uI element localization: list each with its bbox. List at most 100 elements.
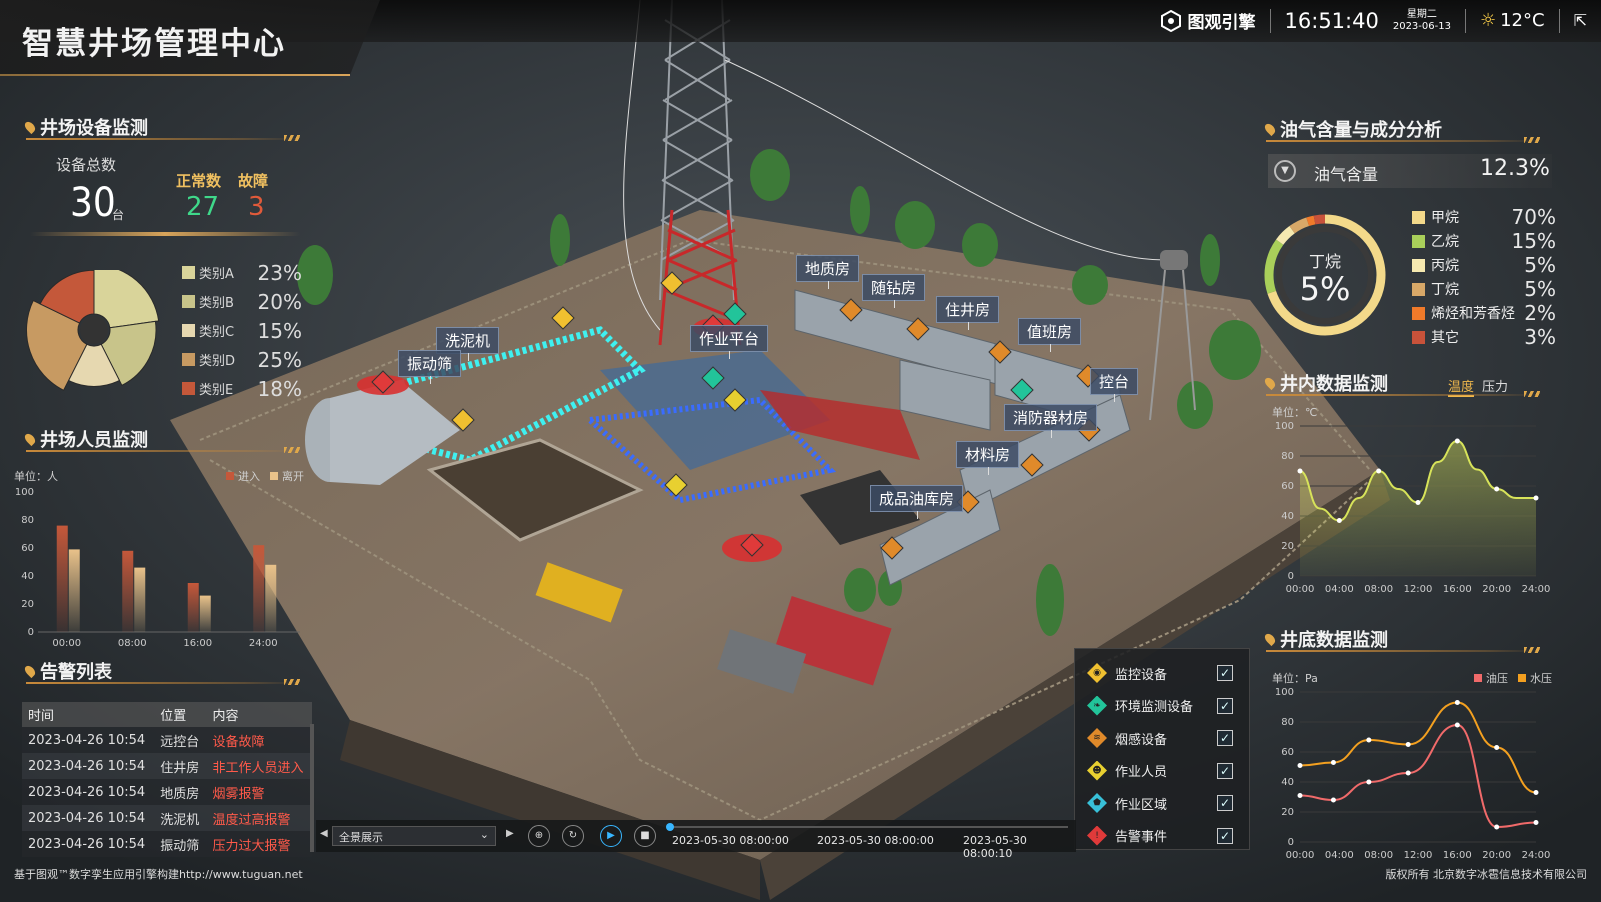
cell-location: 远控台: [154, 727, 207, 753]
table-row[interactable]: 2023-04-26 10:54 远控台 设备故障: [22, 727, 312, 753]
component-label: 烯烃和芳香烃: [1431, 306, 1515, 322]
layer-checkbox[interactable]: ✓: [1217, 697, 1233, 714]
pie-legend-item: 类别C 15%: [182, 319, 302, 343]
x-tick-label: 08:00: [1364, 584, 1393, 595]
legend-swatch: [182, 382, 195, 395]
normal-label: 正常数: [176, 172, 222, 190]
next-arrow-icon[interactable]: ▶: [506, 828, 514, 839]
label-drilling-room[interactable]: 随钻房: [862, 274, 926, 308]
title-underline: [0, 74, 350, 76]
footer-left: 基于图观™数字孪生应用引擎构建http://www.tuguan.net: [14, 868, 303, 881]
layer-toggle-row[interactable]: ☻ 作业人员 ✓: [1087, 760, 1237, 781]
x-tick-label: 24:00: [1522, 850, 1551, 860]
total-count: 30: [70, 180, 116, 226]
locate-icon[interactable]: ⊕: [528, 825, 550, 847]
label-oil-storage[interactable]: 成品油库房: [870, 485, 964, 519]
x-tick-label: 00:00: [1286, 584, 1315, 595]
layer-checkbox[interactable]: ✓: [1217, 762, 1233, 779]
pie-slice-类别A: [93, 270, 160, 329]
label-work-platform[interactable]: 作业平台: [690, 325, 769, 359]
timeline-track[interactable]: [668, 826, 1068, 828]
bar-进入: [187, 583, 199, 632]
x-tick-label: 08:00: [118, 638, 147, 649]
component-label: 丙烷: [1431, 258, 1459, 274]
y-tick-label: 80: [1281, 451, 1294, 462]
x-tick-label: 24:00: [249, 638, 278, 649]
component-legend-item: 丙烷 5%: [1412, 253, 1556, 277]
label-duty-room[interactable]: 值班房: [1018, 318, 1082, 352]
legend-swatch: [1412, 234, 1425, 248]
timeline-time-end: 2023-05-30 08:00:10: [963, 834, 1027, 860]
component-value: 5%: [1524, 277, 1556, 301]
data-point: [1454, 700, 1460, 705]
gas-panel-title: 油气含量与成分分析: [1262, 116, 1442, 142]
well-inside-panel-title: 井内数据监测: [1262, 370, 1388, 396]
label-material-room[interactable]: 材料房: [956, 441, 1020, 475]
prev-arrow-icon[interactable]: ◀: [320, 828, 328, 839]
table-row[interactable]: 2023-04-26 10:54 住井房 非工作人员进入: [22, 753, 312, 779]
component-legend-item: 丁烷 5%: [1412, 277, 1556, 301]
label-fire-room[interactable]: 消防器材房: [1004, 404, 1098, 438]
component-legend-item: 烯烃和芳香烃 2%: [1412, 301, 1556, 325]
layer-checkbox[interactable]: ✓: [1217, 795, 1233, 811]
bar-离开: [265, 564, 277, 632]
x-tick-label: 20:00: [1482, 850, 1511, 860]
pin-icon: [1262, 631, 1278, 647]
y-tick-label: 40: [1281, 511, 1294, 522]
view-mode-select[interactable]: 全景展示 ⌄: [332, 826, 496, 846]
ring-center-label: 丁烷: [1308, 252, 1341, 271]
layer-checkbox[interactable]: ✓: [1217, 665, 1233, 681]
layer-toggle-row[interactable]: ❧ 环境监测设备 ✓: [1087, 695, 1237, 716]
table-row[interactable]: 2023-04-26 10:54 振动筛 压力过大报警: [22, 831, 312, 857]
label-well-room[interactable]: 住井房: [936, 296, 1000, 330]
brand: 图观引擎: [1160, 8, 1256, 33]
component-label: 其它: [1431, 330, 1459, 346]
y-tick-label: 100: [1275, 421, 1294, 432]
layer-checkbox[interactable]: ✓: [1217, 827, 1233, 844]
play-button[interactable]: ▶: [600, 825, 622, 847]
pie-legend-label: 类别D: [199, 354, 236, 369]
table-row[interactable]: 2023-04-26 10:54 洗泥机 温度过高报警: [22, 805, 312, 831]
legend-swatch: [1412, 210, 1425, 224]
bar-进入: [56, 525, 68, 632]
layer-toggle-row[interactable]: ≋ 烟感设备 ✓: [1087, 728, 1237, 748]
legend-swatch: [182, 324, 195, 337]
layer-toggle-row[interactable]: ! 告警事件 ✓: [1087, 825, 1237, 846]
label-geology-room[interactable]: 地质房: [796, 255, 860, 289]
bar-进入: [253, 545, 265, 632]
brand-logo-icon: [1160, 9, 1181, 32]
component-value: 3%: [1524, 325, 1556, 349]
timeline-time-start: 2023-05-30 08:00:00: [672, 834, 789, 847]
alarm-table-header: 时间 位置 内容: [22, 702, 312, 727]
component-value: 15%: [1511, 229, 1556, 253]
x-tick-label: 24:00: [1522, 584, 1551, 595]
label-control-room[interactable]: 控台: [1090, 368, 1139, 402]
x-tick-label: 04:00: [1325, 850, 1354, 860]
data-point: [1405, 770, 1411, 776]
fullscreen-icon[interactable]: ⇱: [1574, 11, 1587, 30]
layer-toggle-row[interactable]: ⬟ 作业区域 ✓: [1087, 793, 1237, 813]
cell-location: 洗泥机: [154, 805, 207, 831]
chevron-down-icon: ⌄: [479, 828, 489, 841]
timeline-handle[interactable]: [666, 823, 674, 831]
title-divider: [26, 135, 300, 141]
layer-checkbox[interactable]: ✓: [1217, 730, 1233, 746]
table-row[interactable]: 2023-04-26 10:54 地质房 烟雾报警: [22, 779, 312, 805]
area-icon: ⬟: [1087, 793, 1107, 813]
data-point: [1330, 797, 1336, 803]
pie-legend-value: 18%: [257, 376, 302, 401]
bar-进入: [122, 550, 134, 632]
y-tick-label: 100: [1275, 687, 1294, 698]
cell-content: 烟雾报警: [206, 779, 312, 805]
data-point: [1376, 468, 1382, 474]
cell-time: 2023-04-26 10:54: [22, 753, 155, 779]
layer-toggle-row[interactable]: ◉ 监控设备 ✓: [1087, 663, 1237, 683]
label-shaker[interactable]: 振动筛: [398, 350, 462, 384]
data-point: [1533, 495, 1539, 501]
timeline-bar: ◀ 全景展示 ⌄ ▶ ⊕ ↻ ▶ ■ 2023-05-30 08:00:00 20…: [316, 820, 1076, 860]
stop-button[interactable]: ■: [634, 825, 656, 847]
refresh-icon[interactable]: ↻: [562, 825, 584, 847]
y-tick-label: 0: [1288, 837, 1294, 848]
ring-segment-烯烃和芳香烃: [1306, 215, 1316, 227]
alarm-scrollbar[interactable]: [310, 724, 314, 852]
